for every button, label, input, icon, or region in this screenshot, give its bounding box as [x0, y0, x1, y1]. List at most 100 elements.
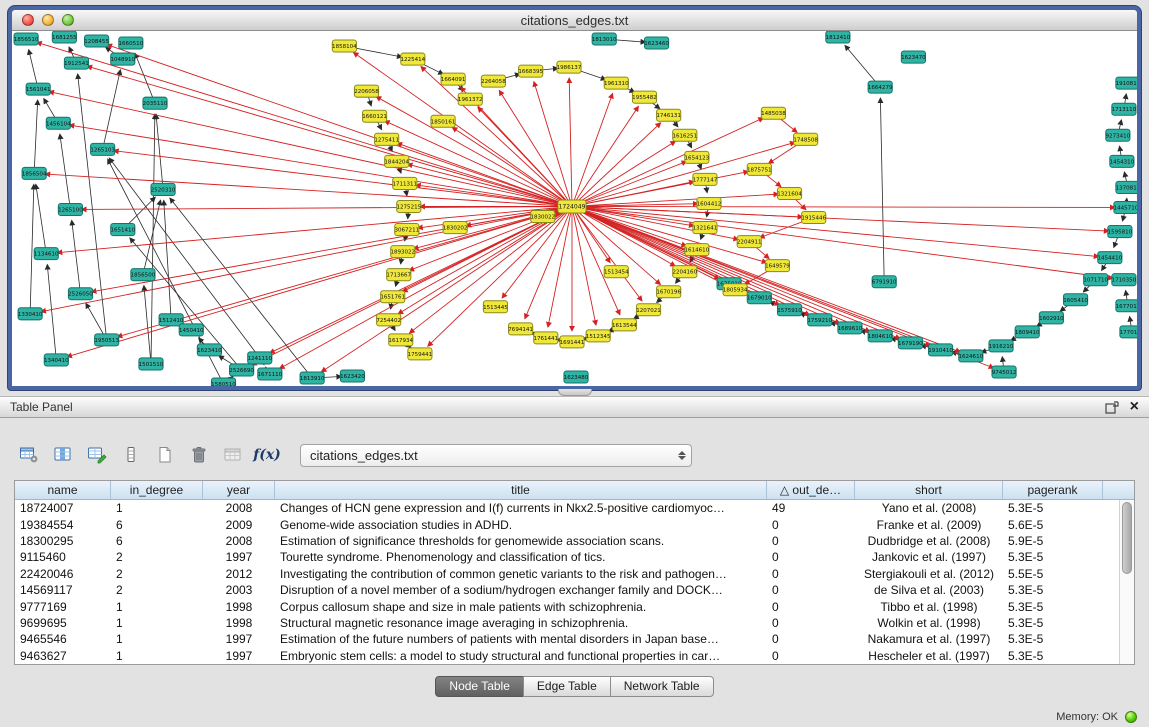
column-header[interactable]: title [275, 481, 767, 499]
column-header[interactable]: year [203, 481, 275, 499]
graph-node[interactable]: 1602910 [1039, 312, 1064, 324]
new-document-button[interactable] [150, 442, 180, 468]
graph-node[interactable]: 1275411 [374, 133, 399, 145]
graph-node[interactable]: 3067211 [394, 224, 419, 236]
graph-node[interactable]: 1614610 [685, 244, 710, 256]
graph-node[interactable]: 1671110 [258, 368, 283, 380]
graph-node[interactable]: 6791910 [872, 276, 897, 288]
graph-node[interactable]: 2526050 [68, 288, 93, 300]
graph-node[interactable]: 1986137 [557, 61, 582, 73]
table-row[interactable]: 977716911998Corpus callosum shape and si… [15, 598, 1134, 614]
table-row[interactable]: 911546021997Tourette syndrome. Phenomeno… [15, 549, 1134, 565]
table-row[interactable]: 1830029562008Estimation of significance … [15, 533, 1134, 549]
graph-node[interactable]: 1910810 [1116, 77, 1137, 89]
graph-node[interactable]: 1321604 [777, 187, 802, 199]
graph-node[interactable]: 1875751 [747, 163, 772, 175]
graph-node[interactable]: 1746131 [656, 109, 681, 121]
network-table-selector[interactable]: citations_edges.txt [300, 444, 692, 467]
table-row[interactable]: 969969511998Structural magnetic resonanc… [15, 615, 1134, 631]
edit-table-button[interactable] [82, 442, 112, 468]
graph-node[interactable]: 1950513 [94, 334, 119, 346]
graph-node[interactable]: 1512345 [586, 330, 611, 342]
table-row[interactable]: 1456911722003Disruption of a novel membe… [15, 582, 1134, 598]
graph-node[interactable]: 1748508 [793, 133, 818, 145]
column-header[interactable]: △ out_de… [767, 481, 855, 499]
close-panel-icon[interactable]: × [1130, 400, 1139, 414]
graph-node[interactable]: 1321641 [693, 222, 718, 234]
graph-node[interactable]: 2035110 [143, 97, 168, 109]
graph-node[interactable]: 1770110 [1120, 326, 1137, 338]
table-row[interactable]: 1938455462009Genome-wide association stu… [15, 516, 1134, 532]
graph-node[interactable]: 1275215 [397, 200, 422, 212]
graph-node[interactable]: 9745012 [992, 366, 1017, 378]
graph-node[interactable]: 1208455 [84, 35, 109, 47]
graph-node[interactable]: 2206058 [354, 85, 379, 97]
graph-node[interactable]: 1623480 [564, 371, 589, 383]
graph-node[interactable]: 1713110 [1112, 103, 1137, 115]
graph-node[interactable]: 1759210 [807, 314, 832, 326]
graph-node[interactable]: 1450410 [179, 324, 204, 336]
graph-node[interactable]: 1670196 [656, 286, 681, 298]
graph-node[interactable]: 1850161 [431, 115, 456, 127]
graph-node[interactable]: 1454310 [1110, 155, 1135, 167]
graph-node[interactable]: 2204160 [672, 266, 697, 278]
graph-node[interactable]: 1893022 [390, 246, 415, 258]
graph-node[interactable]: 1804610 [868, 330, 893, 342]
graph-node[interactable]: 1711311 [392, 177, 417, 189]
graph-node[interactable]: 1812410 [826, 31, 851, 43]
graph-node[interactable]: 1623460 [644, 37, 669, 49]
table-row[interactable]: 1872400712008Changes of HCN gene express… [15, 500, 1134, 516]
network-canvas[interactable]: 1856510168125512084551660510191254110489… [12, 31, 1137, 386]
graph-node[interactable]: 1961310 [604, 77, 629, 89]
graph-node[interactable]: 1340410 [44, 354, 69, 366]
graph-node[interactable]: 1813010 [592, 33, 617, 45]
graph-node[interactable]: 1575910 [777, 304, 802, 316]
window-titlebar[interactable]: citations_edges.txt [12, 10, 1137, 31]
graph-node[interactable]: 1713667 [386, 269, 411, 281]
graph-node[interactable]: 1724049 [558, 200, 586, 213]
graph-node[interactable]: 7254402 [376, 314, 401, 326]
graph-node[interactable]: 1561041 [26, 83, 51, 95]
graph-node[interactable]: 1134610 [34, 248, 59, 260]
graph-node[interactable]: 1649579 [765, 260, 790, 272]
graph-node[interactable]: 1910410 [928, 344, 953, 356]
graph-node[interactable]: 2264058 [481, 75, 506, 87]
graph-node[interactable]: 1844204 [384, 155, 409, 167]
graph-node[interactable]: 1048910 [110, 53, 135, 65]
select-columns-button[interactable] [48, 442, 78, 468]
network-graph[interactable]: 1856510168125512084551660510191254110489… [12, 31, 1137, 386]
graph-node[interactable]: 7694141 [508, 323, 533, 335]
table-row[interactable]: 946362711997Embryonic stem cells: a mode… [15, 648, 1134, 664]
graph-node[interactable]: 1241110 [247, 352, 272, 364]
column-header[interactable]: short [855, 481, 1003, 499]
graph-node[interactable]: 1595810 [1108, 226, 1133, 238]
graph-node[interactable]: 1660121 [362, 110, 387, 122]
graph-node[interactable]: 1605410 [1063, 294, 1088, 306]
graph-node[interactable]: 1664279 [868, 81, 893, 93]
column-header[interactable]: name [15, 481, 111, 499]
graph-node[interactable]: 1664091 [441, 73, 466, 85]
graph-node[interactable]: 1265103 [90, 143, 115, 155]
graph-node[interactable]: 1856504 [22, 167, 47, 179]
graph-node[interactable]: 1616251 [672, 129, 697, 141]
graph-node[interactable]: 1681255 [52, 31, 77, 43]
graph-node[interactable]: 1710350 [1112, 274, 1137, 286]
graph-node[interactable]: 1809410 [1015, 326, 1040, 338]
graph-node[interactable]: 1654123 [685, 151, 710, 163]
graph-node[interactable]: 1858104 [332, 40, 357, 52]
table-settings-button[interactable] [14, 442, 44, 468]
graph-node[interactable]: 1617934 [388, 334, 413, 346]
tab-network-table[interactable]: Network Table [610, 676, 714, 697]
column-header[interactable]: in_degree [111, 481, 203, 499]
graph-node[interactable]: 1651761 [380, 291, 405, 303]
graph-node[interactable]: 1689610 [838, 322, 863, 334]
graph-node[interactable]: 1613544 [612, 319, 637, 331]
graph-node[interactable]: 1456104 [46, 117, 71, 129]
graph-node[interactable]: 1677010 [1116, 300, 1137, 312]
graph-node[interactable]: 1071710 [1083, 274, 1108, 286]
graph-node[interactable]: 1445710 [1114, 201, 1137, 213]
graph-node[interactable]: 1623470 [901, 51, 926, 63]
graph-node[interactable]: 1915446 [801, 212, 826, 224]
narrow-table-button[interactable] [116, 442, 146, 468]
graph-node[interactable]: 1955482 [632, 91, 657, 103]
